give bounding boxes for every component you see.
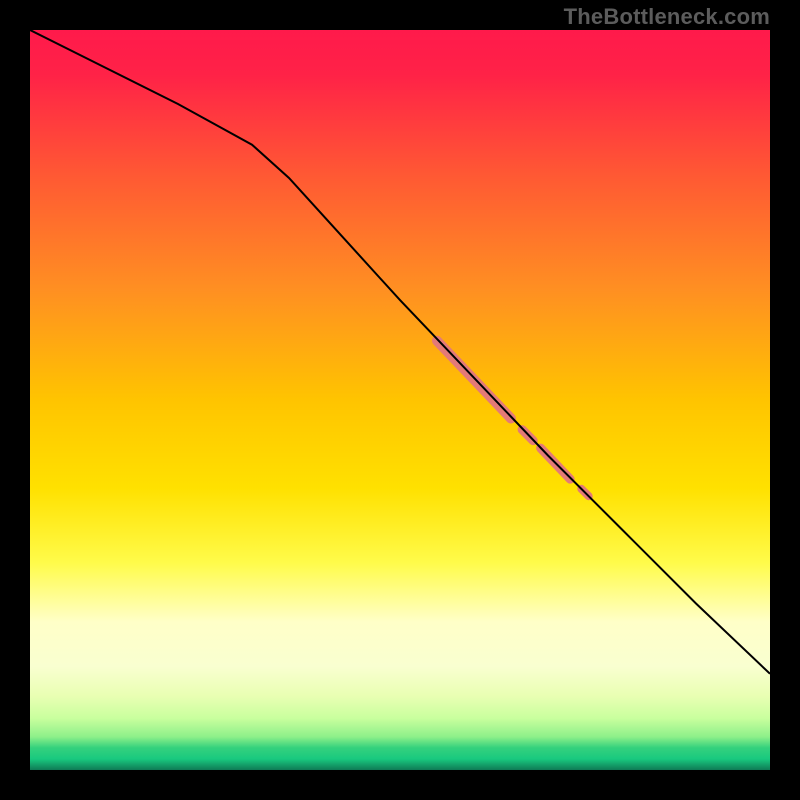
chart-stage: TheBottleneck.com (0, 0, 800, 800)
chart-background-gradient (30, 30, 770, 770)
chart-svg (30, 30, 770, 770)
chart-plot-area (30, 30, 770, 770)
watermark-text: TheBottleneck.com (564, 4, 770, 30)
